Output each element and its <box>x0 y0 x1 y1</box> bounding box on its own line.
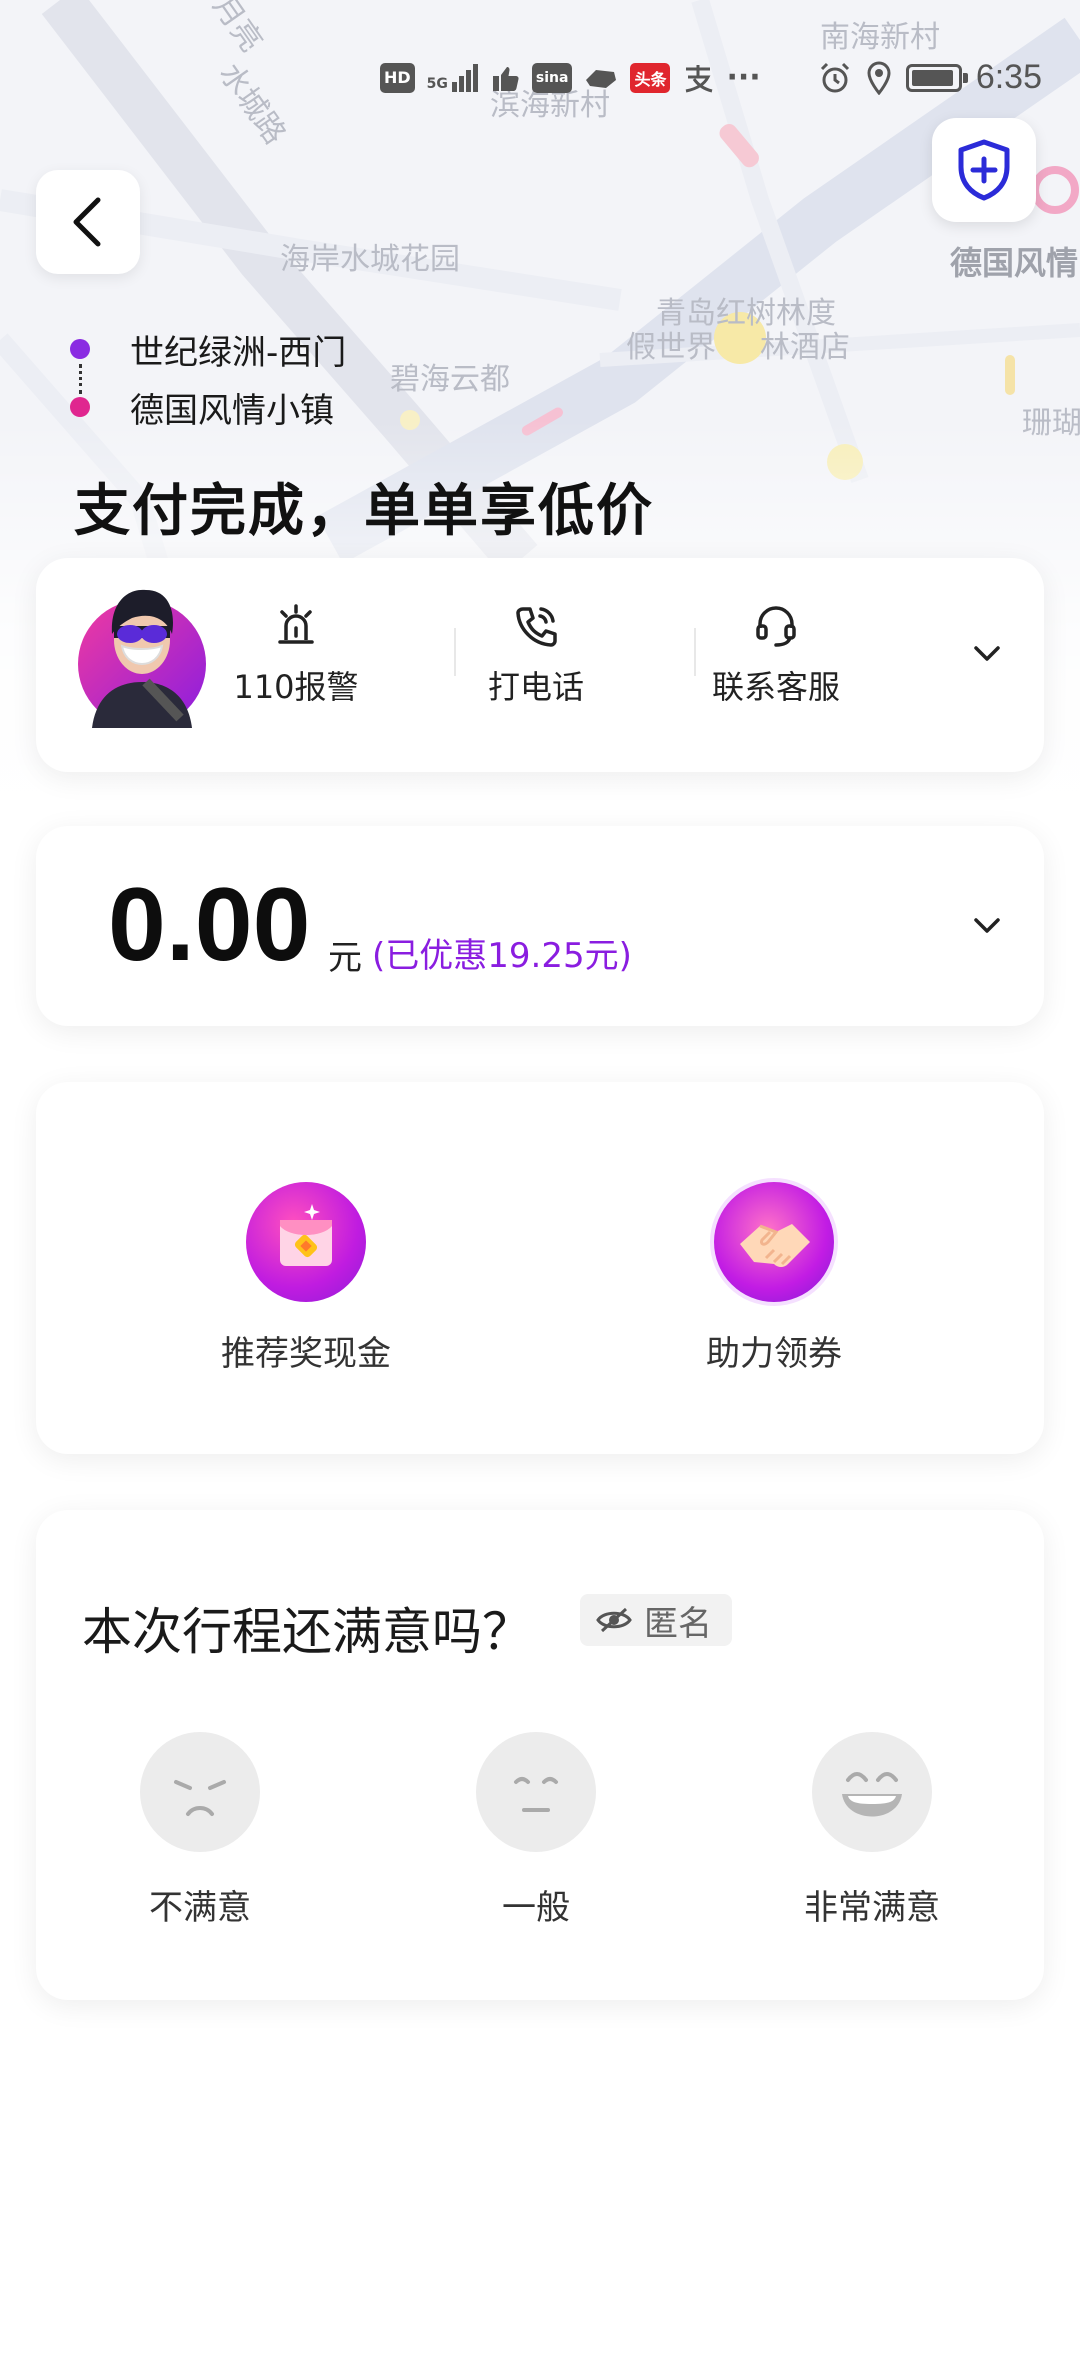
rating-neutral[interactable]: 一般 <box>426 1732 646 1929</box>
promo-card: 推荐奖现金 助力领券 <box>36 1082 1044 1454</box>
customer-service-button[interactable]: 联系客服 <box>676 602 876 708</box>
discount-text: (已优惠19.25元) <box>372 936 632 976</box>
news-badge: 头条 <box>630 62 671 93</box>
eye-hidden-icon <box>596 1607 632 1633</box>
map-label: 林酒店 <box>760 330 850 365</box>
call-driver-button[interactable]: 打电话 <box>436 602 636 708</box>
call-driver-label: 打电话 <box>487 668 584 706</box>
price-amount: 0.00 <box>108 867 311 983</box>
map-label: 海岸水城花园 <box>280 242 460 277</box>
driver-card: 110报警 打电话 联系客服 <box>36 558 1044 772</box>
very-happy-face-icon <box>812 1732 932 1852</box>
route-start: 世纪绿洲-西门 <box>70 320 346 378</box>
customer-service-label: 联系客服 <box>711 668 840 706</box>
anonymous-toggle[interactable]: 匿名 <box>580 1594 732 1646</box>
status-icons: HD 5G sina 头条 ··· <box>380 60 761 95</box>
status-right: 6:35 <box>818 58 1042 97</box>
route-start-text: 世纪绿洲-西门 <box>130 332 347 373</box>
rating-very-satisfied[interactable]: 非常满意 <box>762 1732 982 1929</box>
neutral-face-icon <box>476 1732 596 1852</box>
boost-coupon-label: 助力领券 <box>706 1334 842 1374</box>
thumbs-up-icon <box>492 66 519 91</box>
rating-option-label: 一般 <box>502 1888 570 1928</box>
more-notifications-icon: ··· <box>726 60 761 95</box>
safety-center-button[interactable] <box>932 118 1036 222</box>
map-label: 假世界 <box>626 330 716 365</box>
phone-icon <box>516 607 557 647</box>
referral-cash-label: 推荐奖现金 <box>221 1334 391 1374</box>
police-110-button[interactable]: 110报警 <box>196 602 396 708</box>
shield-plus-icon <box>958 139 1010 201</box>
status-time: 6:35 <box>975 58 1042 96</box>
chevron-down-icon[interactable] <box>972 916 1002 936</box>
rating-option-label: 不满意 <box>149 1888 251 1928</box>
route-end-text: 德国风情小镇 <box>130 390 334 431</box>
red-envelope-icon <box>246 1182 366 1302</box>
driver-avatar[interactable] <box>76 578 208 728</box>
boost-coupon-button[interactable]: 助力领券 <box>644 1182 904 1375</box>
rating-title: 本次行程还满意吗？ <box>82 1603 532 1661</box>
status-bar: HD 5G sina 头条 ··· 6:35 <box>0 48 1080 112</box>
location-icon <box>867 61 891 95</box>
rating-option-label: 非常满意 <box>804 1888 940 1928</box>
unhappy-face-icon <box>140 1732 260 1852</box>
signal-icon: 5G <box>427 63 478 92</box>
map-label: 德国风情 <box>950 244 1079 282</box>
route-connector <box>79 364 82 394</box>
hd-indicator: HD <box>380 62 415 93</box>
back-button[interactable] <box>36 170 140 274</box>
alipay-icon <box>686 64 713 92</box>
headset-icon <box>756 606 796 647</box>
referral-cash-button[interactable]: 推荐奖现金 <box>176 1182 436 1375</box>
price-unit: 元 <box>328 938 362 978</box>
alarm-siren-icon <box>278 604 314 644</box>
sina-icon: sina <box>531 62 573 93</box>
start-dot-icon <box>70 339 90 359</box>
police-110-label: 110报警 <box>233 668 359 706</box>
anonymous-label: 匿名 <box>644 1603 712 1644</box>
route-end: 德国风情小镇 <box>70 378 346 436</box>
map-label: 碧海云都 <box>390 362 510 397</box>
alarm-icon <box>820 62 849 92</box>
back-arrow-icon <box>73 197 101 247</box>
page-title: 支付完成，单单享低价 <box>74 479 654 544</box>
app-notification-icon <box>586 69 617 88</box>
rating-dissatisfied[interactable]: 不满意 <box>90 1732 310 1929</box>
chevron-down-icon[interactable] <box>972 644 1002 664</box>
trip-route: 世纪绿洲-西门 德国风情小镇 <box>70 320 346 436</box>
end-dot-icon <box>70 397 90 417</box>
price-card[interactable]: 0.00 元 (已优惠19.25元) <box>36 826 1044 1026</box>
rating-card: 本次行程还满意吗？ 匿名 不满意 一般 非常满意 <box>36 1510 1044 2000</box>
battery-icon <box>905 63 968 92</box>
handshake-icon <box>714 1182 834 1302</box>
